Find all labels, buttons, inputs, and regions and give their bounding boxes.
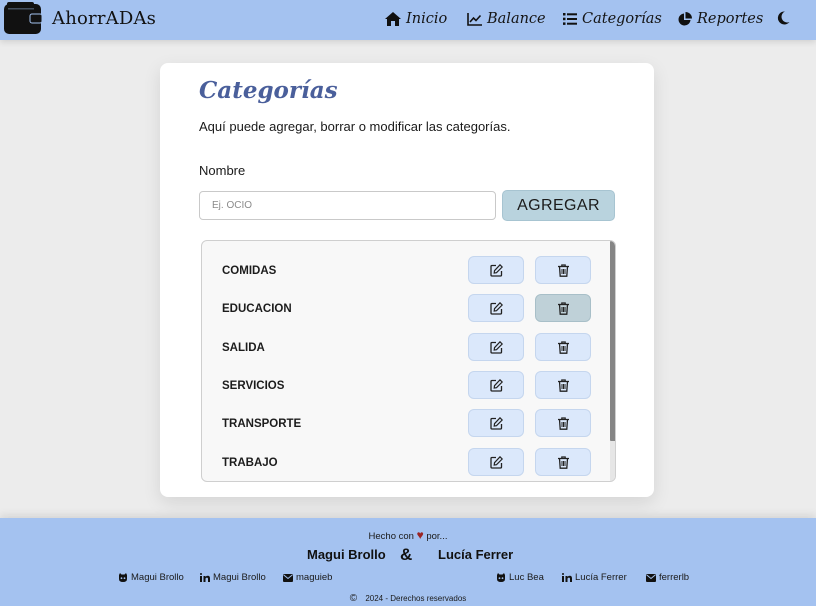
edit-icon	[489, 378, 503, 392]
author1-linkedin-label: Magui Brollo	[213, 572, 266, 583]
edit-icon	[489, 340, 503, 354]
delete-category-button[interactable]	[535, 333, 591, 361]
home-icon	[385, 12, 401, 26]
made-with: Hecho con ♥ por...	[0, 528, 816, 542]
category-row: TRANSPORTE	[202, 409, 610, 439]
scrollbar[interactable]	[610, 241, 615, 481]
edit-category-button[interactable]	[468, 409, 524, 437]
edit-category-button[interactable]	[468, 448, 524, 476]
trash-icon	[557, 378, 569, 392]
author-1: Magui Brollo	[307, 547, 386, 562]
category-row: TRABAJO	[202, 448, 610, 478]
nav-balance[interactable]: Balance	[467, 11, 546, 27]
category-row: SALIDA	[202, 333, 610, 363]
trash-icon	[557, 455, 569, 469]
nav-menu: Inicio Balance Categorías Reportes	[0, 0, 816, 40]
category-row: COMIDAS	[202, 256, 610, 286]
author2-email-label: ferrerlb	[659, 572, 690, 583]
trash-icon	[557, 263, 569, 277]
author1-email-label: maguieb	[296, 572, 333, 583]
github-icon	[119, 573, 127, 582]
author2-linkedin-link[interactable]: Lucía Ferrer	[562, 572, 627, 583]
category-name: TRANSPORTE	[222, 418, 302, 430]
trash-icon	[557, 340, 569, 354]
linkedin-icon	[562, 573, 572, 582]
nav-inicio-label: Inicio	[406, 11, 448, 27]
nav-categorias[interactable]: Categorías	[563, 11, 662, 27]
nombre-label: Nombre	[199, 163, 246, 178]
edit-icon	[489, 455, 503, 469]
edit-category-button[interactable]	[468, 256, 524, 284]
delete-category-button[interactable]	[535, 448, 591, 476]
envelope-icon	[646, 573, 656, 582]
author1-github-label: Magui Brollo	[131, 572, 184, 583]
author2-email-link[interactable]: ferrerlb	[646, 572, 689, 583]
scrollbar-thumb[interactable]	[610, 241, 615, 441]
edit-icon	[489, 301, 503, 315]
delete-category-button[interactable]	[535, 294, 591, 322]
author2-linkedin-label: Lucía Ferrer	[575, 572, 627, 583]
delete-category-button[interactable]	[535, 256, 591, 284]
copyright-icon: ©	[349, 593, 358, 604]
linkedin-icon	[200, 573, 210, 582]
ampersand: &	[400, 545, 413, 564]
page-title: Categorías	[199, 77, 338, 104]
envelope-icon	[283, 573, 293, 582]
nav-balance-label: Balance	[487, 11, 546, 27]
add-button[interactable]: AGREGAR	[502, 190, 615, 221]
footer: Hecho con ♥ por... Magui Brollo & Lucía …	[0, 518, 816, 606]
nav-reportes-label: Reportes	[697, 11, 764, 27]
author2-github-link[interactable]: Luc Bea	[496, 572, 544, 583]
pie-chart-icon	[678, 11, 692, 25]
nav-categorias-label: Categorías	[582, 11, 662, 27]
nombre-input[interactable]	[199, 191, 496, 220]
nav-inicio[interactable]: Inicio	[385, 11, 447, 27]
theme-toggle[interactable]	[777, 11, 795, 25]
moon-icon	[777, 11, 790, 25]
github-icon	[497, 573, 505, 582]
edit-icon	[489, 263, 503, 277]
category-name: EDUCACION	[222, 303, 292, 315]
category-row: EDUCACION	[202, 294, 610, 324]
category-name: TRABAJO	[222, 457, 278, 469]
trash-icon	[557, 416, 569, 430]
categories-list[interactable]: COMIDAS EDUCACION SALIDA SERVICIOS TRANSPORT…	[201, 240, 616, 482]
made-with-suffix: por...	[426, 531, 448, 542]
page-subtitle: Aquí puede agregar, borrar o modificar l…	[199, 119, 511, 134]
author1-email-link[interactable]: maguieb	[283, 572, 332, 583]
edit-icon	[489, 416, 503, 430]
heart-icon: ♥	[416, 528, 424, 542]
edit-category-button[interactable]	[468, 294, 524, 322]
categories-card: Categorías Aquí puede agregar, borrar o …	[160, 63, 654, 497]
category-row: SERVICIOS	[202, 371, 610, 401]
list-icon	[563, 13, 577, 25]
category-name: SALIDA	[222, 342, 265, 354]
edit-category-button[interactable]	[468, 371, 524, 399]
author1-linkedin-link[interactable]: Magui Brollo	[200, 572, 266, 583]
category-name: SERVICIOS	[222, 380, 285, 392]
edit-category-button[interactable]	[468, 333, 524, 361]
delete-category-button[interactable]	[535, 371, 591, 399]
delete-category-button[interactable]	[535, 409, 591, 437]
author1-github-link[interactable]: Magui Brollo	[118, 572, 184, 583]
made-with-prefix: Hecho con	[368, 531, 414, 542]
author-2: Lucía Ferrer	[438, 547, 514, 562]
chart-line-icon	[467, 12, 482, 26]
copyright-text: 2024 - Derechos reservados	[365, 594, 467, 603]
author2-github-label: Luc Bea	[509, 572, 544, 583]
nav-reportes[interactable]: Reportes	[677, 11, 763, 27]
copyright: © 2024 - Derechos reservados	[0, 593, 816, 604]
trash-icon	[557, 301, 569, 315]
category-name: COMIDAS	[222, 265, 277, 277]
navbar: AhorrADAs Inicio Balance Categorías Repo…	[0, 0, 816, 40]
